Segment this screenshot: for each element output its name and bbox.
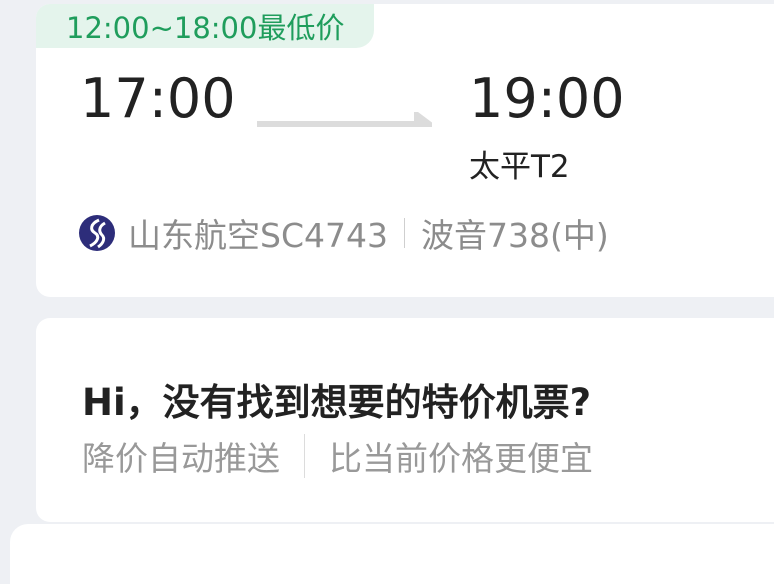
promo-features: 降价自动推送 比当前价格更便宜 <box>82 432 593 480</box>
promo-feature-cheaper: 比当前价格更便宜 <box>329 439 593 478</box>
aircraft-type: 波音738(中) <box>420 216 609 255</box>
arrival-terminal: 太平T2 <box>469 149 570 185</box>
flight-card[interactable]: 12:00~18:00最低价 17:00 19:00 太平T2 山东航空SC47… <box>36 4 774 297</box>
airline-logo-icon <box>79 215 115 251</box>
promo-title: Hi，没有找到想要的特价机票? <box>82 381 592 424</box>
promo-divider <box>304 434 305 478</box>
info-divider <box>403 218 405 248</box>
price-range-tag: 12:00~18:00最低价 <box>36 4 375 48</box>
price-alert-card[interactable]: Hi，没有找到想要的特价机票? 降价自动推送 比当前价格更便宜 <box>36 318 774 522</box>
next-card <box>10 524 774 584</box>
departure-time: 17:00 <box>80 67 236 130</box>
promo-feature-push: 降价自动推送 <box>82 439 280 478</box>
route-arrow-icon <box>257 112 432 127</box>
flight-info: 山东航空SC4743 波音738(中) <box>78 208 609 258</box>
airline-flight-number: 山东航空SC4743 <box>128 216 388 255</box>
arrival-time: 19:00 <box>469 67 625 130</box>
